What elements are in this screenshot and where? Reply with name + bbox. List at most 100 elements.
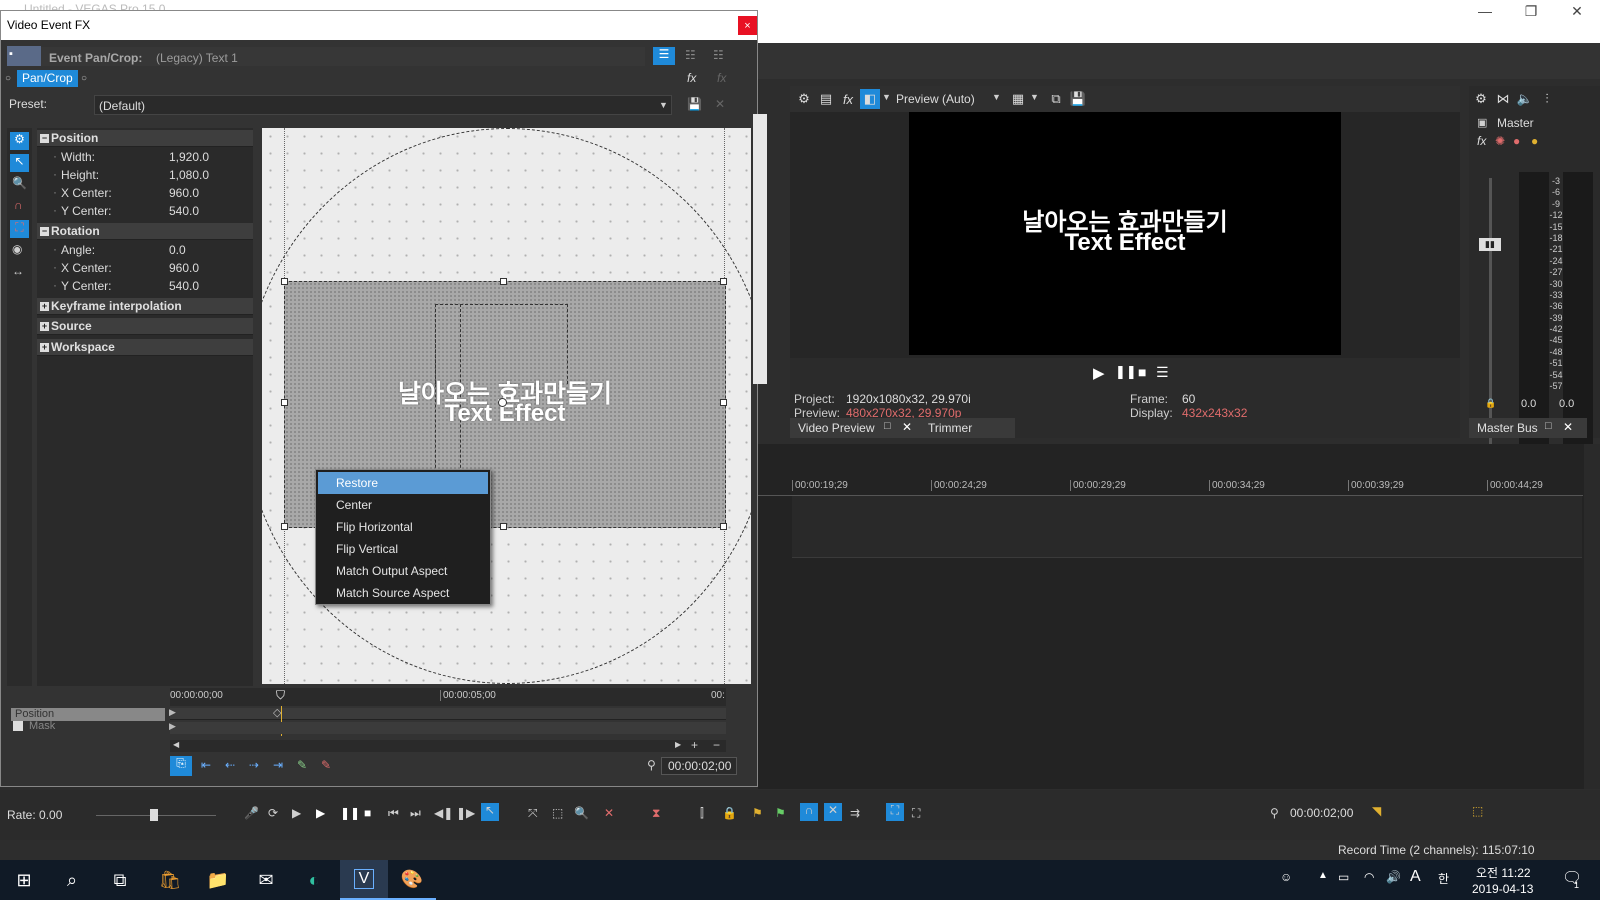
resize-handle[interactable] bbox=[281, 399, 288, 406]
menu-item-flip-vertical[interactable]: Flip Vertical bbox=[318, 538, 488, 560]
paint-app-icon[interactable]: 🎨 bbox=[388, 860, 436, 900]
minimize-icon[interactable]: — bbox=[1462, 0, 1508, 22]
stop-icon[interactable]: ■ bbox=[1138, 364, 1146, 380]
mask-checkbox[interactable] bbox=[13, 721, 23, 731]
people-icon[interactable]: ☺ bbox=[1280, 870, 1292, 884]
language-indicator[interactable]: 한 bbox=[1438, 870, 1449, 887]
save-preset-icon[interactable]: 💾 bbox=[687, 97, 702, 111]
ripple-icon[interactable]: ⇉ bbox=[850, 806, 860, 820]
chain-tab-pan-crop[interactable]: Pan/Crop bbox=[17, 70, 78, 87]
go-to-start-icon[interactable]: ⏮ bbox=[388, 806, 399, 821]
overlay-dropdown-icon[interactable]: ▼ bbox=[1030, 92, 1039, 102]
keyframe-ruler[interactable]: 00:00:00;00 00:00:05;00 00: ⛉ bbox=[170, 688, 726, 706]
delete-preset-icon[interactable]: ✕ bbox=[715, 97, 725, 111]
resize-handle[interactable] bbox=[720, 523, 727, 530]
property-row[interactable]: · Y Center: 540.0 bbox=[37, 277, 253, 295]
play-from-start-icon[interactable]: ▶ bbox=[292, 806, 301, 820]
resize-handle[interactable] bbox=[500, 278, 507, 285]
split-view-icon[interactable]: ☷ bbox=[685, 48, 696, 62]
track-expand-icon[interactable]: ▶ bbox=[169, 707, 176, 718]
tab-master-bus[interactable]: Master Bus bbox=[1477, 421, 1538, 435]
auto-crossfade-icon[interactable]: ✕ bbox=[824, 803, 842, 821]
collapse-icon[interactable]: − bbox=[40, 227, 49, 236]
zoom-tool-icon[interactable]: 🔍 bbox=[574, 806, 589, 820]
timeline-track[interactable] bbox=[792, 496, 1582, 558]
mixer-icon[interactable]: ⫶ bbox=[1537, 89, 1557, 109]
section-position[interactable]: − Position bbox=[37, 130, 253, 147]
prev-frame-icon[interactable]: ◀❚ bbox=[434, 806, 453, 820]
list-view-icon[interactable]: ☰ bbox=[653, 47, 675, 65]
scroll-right-icon[interactable]: ▶ bbox=[675, 740, 681, 749]
canvas-vscroll[interactable] bbox=[753, 114, 767, 384]
play-icon[interactable]: ▶ bbox=[316, 806, 325, 820]
save-snapshot-icon[interactable]: 💾 bbox=[1068, 89, 1088, 109]
menu-item-flip-horizontal[interactable]: Flip Horizontal bbox=[318, 516, 488, 538]
app-icon[interactable]: ◐ bbox=[290, 860, 338, 900]
wifi-icon[interactable]: ◠ bbox=[1364, 870, 1374, 884]
solo-icon[interactable]: ● bbox=[1531, 134, 1538, 148]
record-icon[interactable]: 🎤 bbox=[244, 806, 259, 820]
maximize-icon[interactable]: □ bbox=[884, 420, 891, 432]
property-value[interactable]: 540.0 bbox=[169, 279, 199, 293]
preview-screen[interactable]: 날아오는 효과만들기 Text Effect bbox=[909, 112, 1341, 355]
property-value[interactable]: 1,080.0 bbox=[169, 168, 209, 182]
timeline-area[interactable]: 00:00:19;29 00:00:24;29 00:00:29;29 00:0… bbox=[758, 444, 1600, 789]
last-keyframe-icon[interactable]: ⇥ bbox=[273, 758, 283, 772]
section-rotation[interactable]: − Rotation bbox=[37, 223, 253, 240]
property-row[interactable]: · Angle: 0.0 bbox=[37, 241, 253, 259]
resize-handle[interactable] bbox=[281, 523, 288, 530]
store-icon[interactable]: 🛍 bbox=[146, 860, 194, 900]
chevron-down-icon[interactable]: ▼ bbox=[882, 92, 891, 102]
delete-icon[interactable]: ✕ bbox=[604, 806, 614, 820]
next-frame-icon[interactable]: ❚▶ bbox=[456, 806, 475, 820]
property-value[interactable]: 1,920.0 bbox=[169, 150, 209, 164]
expand-icon[interactable]: + bbox=[40, 302, 49, 311]
first-keyframe-icon[interactable]: ⇤ bbox=[201, 758, 211, 772]
loop-icon[interactable]: ⟳ bbox=[268, 806, 278, 820]
track-expand-icon[interactable]: ▶ bbox=[169, 721, 176, 732]
keyframe-timecode[interactable]: 00:00:02;00 bbox=[661, 757, 737, 775]
preview-quality[interactable]: Preview (Auto) bbox=[896, 92, 975, 106]
fx-icon[interactable]: fx bbox=[1477, 134, 1486, 148]
center-handle[interactable] bbox=[498, 398, 507, 407]
split-screen-icon[interactable]: ◧ bbox=[860, 89, 880, 109]
collapse-icon[interactable]: − bbox=[40, 134, 49, 143]
timeline-ruler[interactable]: 00:00:19;29 00:00:24;29 00:00:29;29 00:0… bbox=[758, 478, 1583, 496]
ignore-grouping-icon[interactable]: ⛶ bbox=[912, 806, 920, 821]
ime-indicator[interactable]: A bbox=[1410, 868, 1421, 886]
close-icon[interactable]: × bbox=[738, 16, 757, 35]
cursor-icon[interactable]: ↖ bbox=[10, 154, 29, 172]
volume-icon[interactable]: 🔊 bbox=[1386, 870, 1401, 884]
menu-item-restore[interactable]: Restore bbox=[318, 472, 488, 494]
preset-dropdown[interactable]: (Default) ▼ bbox=[94, 95, 672, 115]
tab-video-preview[interactable]: Video Preview bbox=[798, 421, 875, 435]
play-icon[interactable]: ▶ bbox=[1093, 364, 1105, 382]
track-mask[interactable]: Mask bbox=[29, 720, 55, 732]
go-to-end-icon[interactable]: ⏭ bbox=[410, 806, 421, 821]
task-view-icon[interactable]: ⧉ bbox=[96, 860, 144, 900]
section-workspace[interactable]: + Workspace bbox=[37, 339, 253, 356]
grid-icon[interactable]: ▦ bbox=[1008, 89, 1028, 109]
property-value[interactable]: 960.0 bbox=[169, 186, 199, 200]
zoom-in-icon[interactable]: + bbox=[691, 738, 698, 752]
split-icon[interactable]: ⫿ bbox=[700, 806, 704, 821]
property-value[interactable]: 0.0 bbox=[169, 243, 186, 257]
marker-icon[interactable]: ⚑ bbox=[752, 806, 763, 820]
zoom-icon[interactable]: 🔍 bbox=[12, 176, 27, 190]
timeline-vscroll[interactable] bbox=[1584, 444, 1600, 789]
menu-icon[interactable]: ☰ bbox=[1156, 364, 1169, 381]
pause-icon[interactable]: ❚❚ bbox=[1115, 364, 1137, 380]
loop-region-icon[interactable]: ⬚ bbox=[1472, 804, 1483, 818]
tab-trimmer[interactable]: Trimmer bbox=[928, 421, 972, 435]
restore-icon[interactable]: ❐ bbox=[1508, 0, 1554, 22]
resize-handle[interactable] bbox=[500, 523, 507, 530]
create-keyframe-icon[interactable]: ✎ bbox=[297, 758, 307, 772]
clock-date[interactable]: 2019-04-13 bbox=[1472, 882, 1533, 896]
magnet-icon[interactable]: ∩ bbox=[14, 198, 23, 212]
property-row[interactable]: · Width: 1,920.0 bbox=[37, 148, 253, 166]
normal-edit-tool-icon[interactable]: ↖ bbox=[481, 803, 499, 821]
maximize-icon[interactable]: □ bbox=[1545, 420, 1552, 432]
next-keyframe-icon[interactable]: ⇢ bbox=[249, 758, 259, 772]
speaker-icon[interactable]: 🔈 bbox=[1515, 89, 1535, 109]
zoom-out-icon[interactable]: − bbox=[713, 738, 720, 752]
